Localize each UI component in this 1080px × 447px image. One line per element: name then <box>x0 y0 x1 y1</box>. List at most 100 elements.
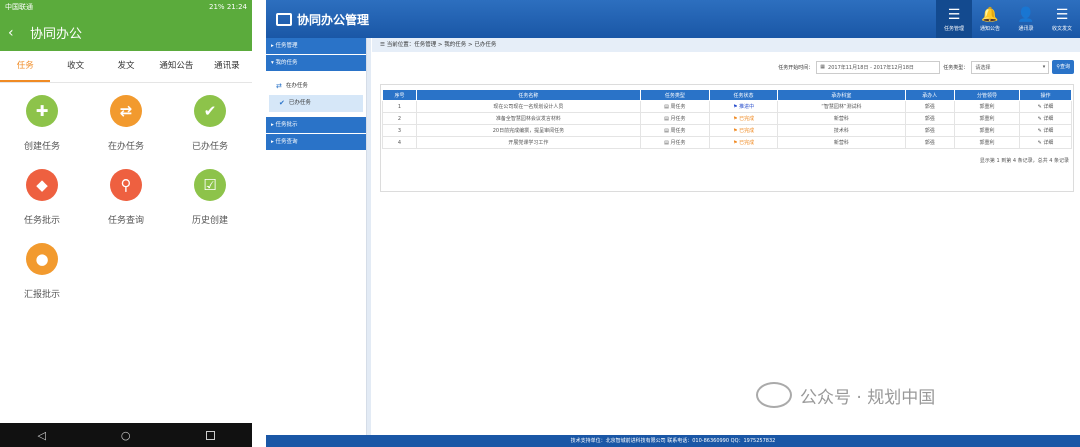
cell-leader-text: 郭重利 <box>979 116 995 122</box>
grid-item-label: 创建任务 <box>23 142 60 152</box>
cell-status: ⚑ 已完成 <box>708 124 779 137</box>
cell-task-name: 准备全智慧园林会议发言材料 <box>416 112 641 125</box>
cell-person: 郭强 <box>904 124 956 137</box>
cell-dept-text: 技术科 <box>833 128 849 134</box>
cell-task-type-text: 月任务 <box>670 116 686 122</box>
grid-item[interactable]: ⚲ 任务查询 <box>84 169 168 235</box>
cell-status-text: 已完成 <box>739 140 755 146</box>
cell-dept: 技术科 <box>777 124 906 137</box>
cell-leader-text: 郭重利 <box>979 140 995 146</box>
topnav-label: 通知公告 <box>979 25 1000 32</box>
sidebar-group-task-query[interactable]: ▸ 任务查询 <box>266 134 366 151</box>
cell-task-type-text: 月任务 <box>670 140 686 146</box>
start-time-label: 任务开始时间： <box>778 64 814 71</box>
tab-incoming-docs[interactable]: 收文 <box>50 51 100 82</box>
sidebar-group-label: 任务查询 <box>275 139 298 145</box>
task-table: 序号 任务名称 任务类型 任务状态 承办科室 承办人 分管领导 操作 1 现在公司现在一名规划设… <box>381 89 1072 149</box>
grid-item[interactable]: ☑ 历史创建 <box>168 169 252 235</box>
cell-person-text: 郭强 <box>924 140 935 146</box>
grid-item-label: 任务批示 <box>23 216 60 226</box>
date-range-value: 2017年11月18日 - 2017年12月18日 <box>828 64 914 71</box>
cell-action[interactable]: ✎ 详细 <box>1019 112 1072 125</box>
cell-action[interactable]: ✎ 详细 <box>1019 136 1072 149</box>
sidebar-splitter[interactable] <box>367 38 371 435</box>
cell-index-text: 3 <box>397 127 402 134</box>
column-header: 操作 <box>1019 89 1072 101</box>
cell-action-text: 详细 <box>1043 128 1054 134</box>
grid-item[interactable]: ✔ 已办任务 <box>168 95 252 161</box>
topnav-item[interactable]: ☰ 收文发文 <box>1044 0 1080 38</box>
cell-person: 郭强 <box>904 136 956 149</box>
cell-action[interactable]: ✎ 详细 <box>1019 100 1072 113</box>
cell-status-text: 推进中 <box>739 104 755 110</box>
cell-person: 郭强 <box>904 112 956 125</box>
grid-item[interactable]: ◆ 任务批示 <box>0 169 84 235</box>
sidebar-item-in-progress[interactable]: ⇄ 在办任务 <box>266 78 366 95</box>
time-label: 21:24 <box>226 3 247 11</box>
sidebar-group-my-tasks[interactable]: ▾ 我的任务 <box>266 55 366 72</box>
tab-tasks[interactable]: 任务 <box>0 51 51 82</box>
table-row: 2 准备全智慧园林会议发言材料 ▤ 月任务 ⚑ 已完成 新营科 郭强 郭重利 ✎ 详细 <box>381 112 1072 125</box>
nav-back-icon[interactable]: ◁ <box>37 429 45 442</box>
cell-person-text: 郭强 <box>924 128 935 134</box>
search-doc-icon: ⚲ <box>110 169 142 201</box>
back-arrow-icon[interactable]: ‹ <box>8 25 30 41</box>
table-row: 3 20日前完成编撰，提呈审阅任务 ▤ 周任务 ⚑ 已完成 技术科 郭强 郭重利 ✎ 详细 <box>381 124 1072 137</box>
tab-notices[interactable]: 通知公告 <box>151 51 201 82</box>
mobile-app-screen: 中国联通 21% 21:24 ‹ 协同办公 任务 收文 发文 通知公告 通讯录 … <box>0 0 252 447</box>
grid-item[interactable]: ● 汇报批示 <box>0 243 84 309</box>
cell-dept-text: 新营科 <box>833 140 849 146</box>
sidebar: ▸ 任务管理 ▾ 我的任务 ⇄ 在办任务 ✔ 已办任务 ▸ 任务批示 ▸ 任务查询 <box>266 38 367 435</box>
column-header: 承办科室 <box>777 89 906 101</box>
cell-index: 1 <box>381 100 418 113</box>
check-circle-icon: ✔ <box>194 95 226 127</box>
column-header: 承办人 <box>904 89 956 101</box>
cell-status-text: 已完成 <box>739 116 755 122</box>
topnav-item[interactable]: 👤 通讯录 <box>1008 0 1044 38</box>
tab-contacts[interactable]: 通讯录 <box>202 51 252 82</box>
grid-item[interactable]: ✚ 创建任务 <box>0 95 84 161</box>
bell-icon: 🔔 <box>981 6 999 23</box>
task-type-value: 请选择 <box>975 64 991 71</box>
cell-task-type: ▤ 周任务 <box>639 124 710 137</box>
carrier-label: 中国联通 <box>5 3 33 11</box>
cell-dept-text: 新营科 <box>833 116 849 122</box>
cell-leader: 郭重利 <box>954 136 1021 149</box>
document-list-icon: ☰ <box>1055 6 1069 23</box>
battery-label: 21% <box>209 3 225 11</box>
nav-recents-icon[interactable] <box>205 430 215 440</box>
cell-action[interactable]: ✎ 详细 <box>1019 124 1072 137</box>
column-header: 序号 <box>381 89 418 101</box>
cell-index: 3 <box>381 124 418 137</box>
topnav-item[interactable]: ☰ 任务管理 <box>936 0 972 38</box>
web-header: 协同办公管理 ☰ 任务管理 🔔 通知公告 👤 通讯录 ☰ 收文发文 <box>266 0 1080 38</box>
app-title-bar: ‹ 协同办公 <box>0 14 252 51</box>
sidebar-group-task-instructions[interactable]: ▸ 任务批示 <box>266 117 366 134</box>
cell-status: ⚑ 已完成 <box>708 136 779 149</box>
cell-action-text: 详细 <box>1043 104 1054 110</box>
sidebar-item-completed[interactable]: ✔ 已办任务 <box>269 95 363 112</box>
grid-item[interactable]: ⇄ 在办任务 <box>84 95 168 161</box>
query-button[interactable]: ⚲查询 <box>1052 60 1074 74</box>
wechat-icon <box>756 382 792 408</box>
cell-action-text: 详细 <box>1043 140 1054 146</box>
sidebar-group-task-management[interactable]: ▸ 任务管理 <box>266 38 366 55</box>
cell-task-name-text: 20日前完成编撰，提呈审阅任务 <box>492 128 565 134</box>
plus-doc-icon: ✚ <box>26 95 58 127</box>
topnav-item[interactable]: 🔔 通知公告 <box>972 0 1008 38</box>
tab-outgoing-docs[interactable]: 发文 <box>101 51 151 82</box>
app-title: 协同办公 <box>30 27 83 42</box>
grid-item-label: 任务查询 <box>107 216 144 226</box>
topnav-label: 任务管理 <box>943 25 964 32</box>
task-type-select[interactable]: 请选择 ▾ <box>971 60 1050 74</box>
nav-home-icon[interactable]: ○ <box>121 429 131 442</box>
date-range-input[interactable]: ▦ 2017年11月18日 - 2017年12月18日 <box>816 60 941 74</box>
breadcrumb-text: 当前位置：任务管理 > 我的任务 > 已办任务 <box>386 42 497 48</box>
query-button-label: 查询 <box>1059 64 1070 70</box>
cell-leader: 郭重利 <box>954 100 1021 113</box>
cell-leader: 郭重利 <box>954 124 1021 137</box>
cell-dept: 新营科 <box>777 136 906 149</box>
pagination-info: 显示第 1 到第 4 条记录，总共 4 条记录 <box>979 158 1069 164</box>
status-right: 21% 21:24 <box>209 3 247 11</box>
cell-index: 4 <box>381 136 418 149</box>
